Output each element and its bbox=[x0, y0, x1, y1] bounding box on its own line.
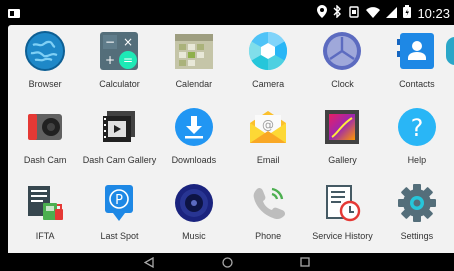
dash-cam-icon bbox=[25, 107, 65, 147]
svg-text:P: P bbox=[116, 193, 124, 208]
calendar-icon bbox=[174, 31, 214, 71]
location-icon bbox=[317, 5, 328, 21]
status-bar: 10:23 bbox=[0, 0, 454, 25]
app-drawer: Browser − × + = Calculator Calendar Came… bbox=[8, 25, 454, 253]
app-label: Email bbox=[256, 155, 280, 165]
download-icon bbox=[174, 107, 214, 147]
help-icon: ? bbox=[397, 107, 437, 147]
app-label: Browser bbox=[28, 79, 62, 89]
app-ifta[interactable]: IFTA bbox=[8, 177, 82, 253]
app-dash-cam[interactable]: Dash Cam bbox=[8, 101, 82, 177]
clock-icon bbox=[322, 31, 362, 71]
app-browser[interactable]: Browser bbox=[8, 25, 82, 101]
app-contacts[interactable]: Contacts bbox=[380, 25, 454, 101]
svg-text:?: ? bbox=[410, 114, 423, 142]
app-settings[interactable]: Settings bbox=[380, 177, 454, 253]
svg-text:×: × bbox=[123, 35, 133, 49]
home-circle-icon[interactable] bbox=[220, 255, 234, 269]
svg-text:+: + bbox=[105, 53, 115, 67]
app-label: Music bbox=[182, 231, 206, 241]
svg-text:=: = bbox=[123, 53, 133, 67]
app-clock[interactable]: Clock bbox=[305, 25, 379, 101]
app-label: Dash Cam bbox=[23, 155, 67, 165]
speaker-icon bbox=[174, 183, 214, 223]
camera-shutter-icon bbox=[248, 31, 288, 71]
app-help[interactable]: ? Help bbox=[380, 101, 454, 177]
app-grid: Browser − × + = Calculator Calendar Came… bbox=[8, 25, 454, 253]
app-label: Clock bbox=[331, 79, 354, 89]
app-last-spot[interactable]: P Last Spot bbox=[82, 177, 156, 253]
app-label: Service History bbox=[312, 231, 373, 241]
service-history-icon bbox=[322, 183, 362, 223]
app-label: Settings bbox=[400, 231, 434, 241]
calculator-icon: − × + = bbox=[99, 31, 139, 71]
notification-icon bbox=[8, 6, 20, 21]
contacts-icon bbox=[396, 31, 437, 71]
back-triangle-icon[interactable] bbox=[142, 255, 156, 269]
app-label: Calculator bbox=[99, 79, 140, 89]
app-service-history[interactable]: Service History bbox=[305, 177, 379, 253]
email-envelope-icon: @ bbox=[248, 107, 288, 147]
app-dash-cam-gallery[interactable]: Dash Cam Gallery bbox=[82, 101, 156, 177]
app-label: IFTA bbox=[35, 231, 55, 241]
gear-icon bbox=[397, 183, 437, 223]
app-label: Dash Cam Gallery bbox=[82, 155, 157, 165]
app-label: Camera bbox=[252, 79, 285, 89]
app-music[interactable]: Music bbox=[157, 177, 231, 253]
phone-handset-icon bbox=[248, 183, 288, 223]
gallery-icon bbox=[322, 107, 362, 147]
app-label: Calendar bbox=[175, 79, 213, 89]
svg-text:@: @ bbox=[262, 118, 274, 132]
app-email[interactable]: @ Email bbox=[231, 101, 305, 177]
app-label: Phone bbox=[255, 231, 282, 241]
vibrate-icon bbox=[348, 5, 360, 21]
app-downloads[interactable]: Downloads bbox=[157, 101, 231, 177]
app-calendar[interactable]: Calendar bbox=[157, 25, 231, 101]
navigation-bar bbox=[0, 253, 454, 271]
status-icons: 10:23 bbox=[317, 4, 450, 21]
film-gallery-icon bbox=[99, 107, 139, 147]
parking-pin-icon: P bbox=[99, 183, 139, 223]
app-gallery[interactable]: Gallery bbox=[305, 101, 379, 177]
fuel-document-icon bbox=[25, 183, 65, 223]
app-camera[interactable]: Camera bbox=[231, 25, 305, 101]
app-calculator[interactable]: − × + = Calculator bbox=[82, 25, 156, 101]
signal-icon bbox=[386, 6, 398, 21]
app-label: Last Spot bbox=[100, 231, 139, 241]
svg-text:−: − bbox=[105, 35, 115, 49]
app-label: Help bbox=[407, 155, 427, 165]
globe-icon bbox=[25, 31, 66, 71]
bluetooth-icon bbox=[333, 4, 342, 21]
app-label: Contacts bbox=[399, 79, 435, 89]
app-label: Gallery bbox=[328, 155, 357, 165]
battery-icon bbox=[403, 5, 412, 21]
wifi-icon bbox=[366, 6, 381, 21]
status-time: 10:23 bbox=[417, 5, 450, 21]
app-phone[interactable]: Phone bbox=[231, 177, 305, 253]
app-label: Downloads bbox=[171, 155, 217, 165]
recents-square-icon[interactable] bbox=[298, 255, 312, 269]
